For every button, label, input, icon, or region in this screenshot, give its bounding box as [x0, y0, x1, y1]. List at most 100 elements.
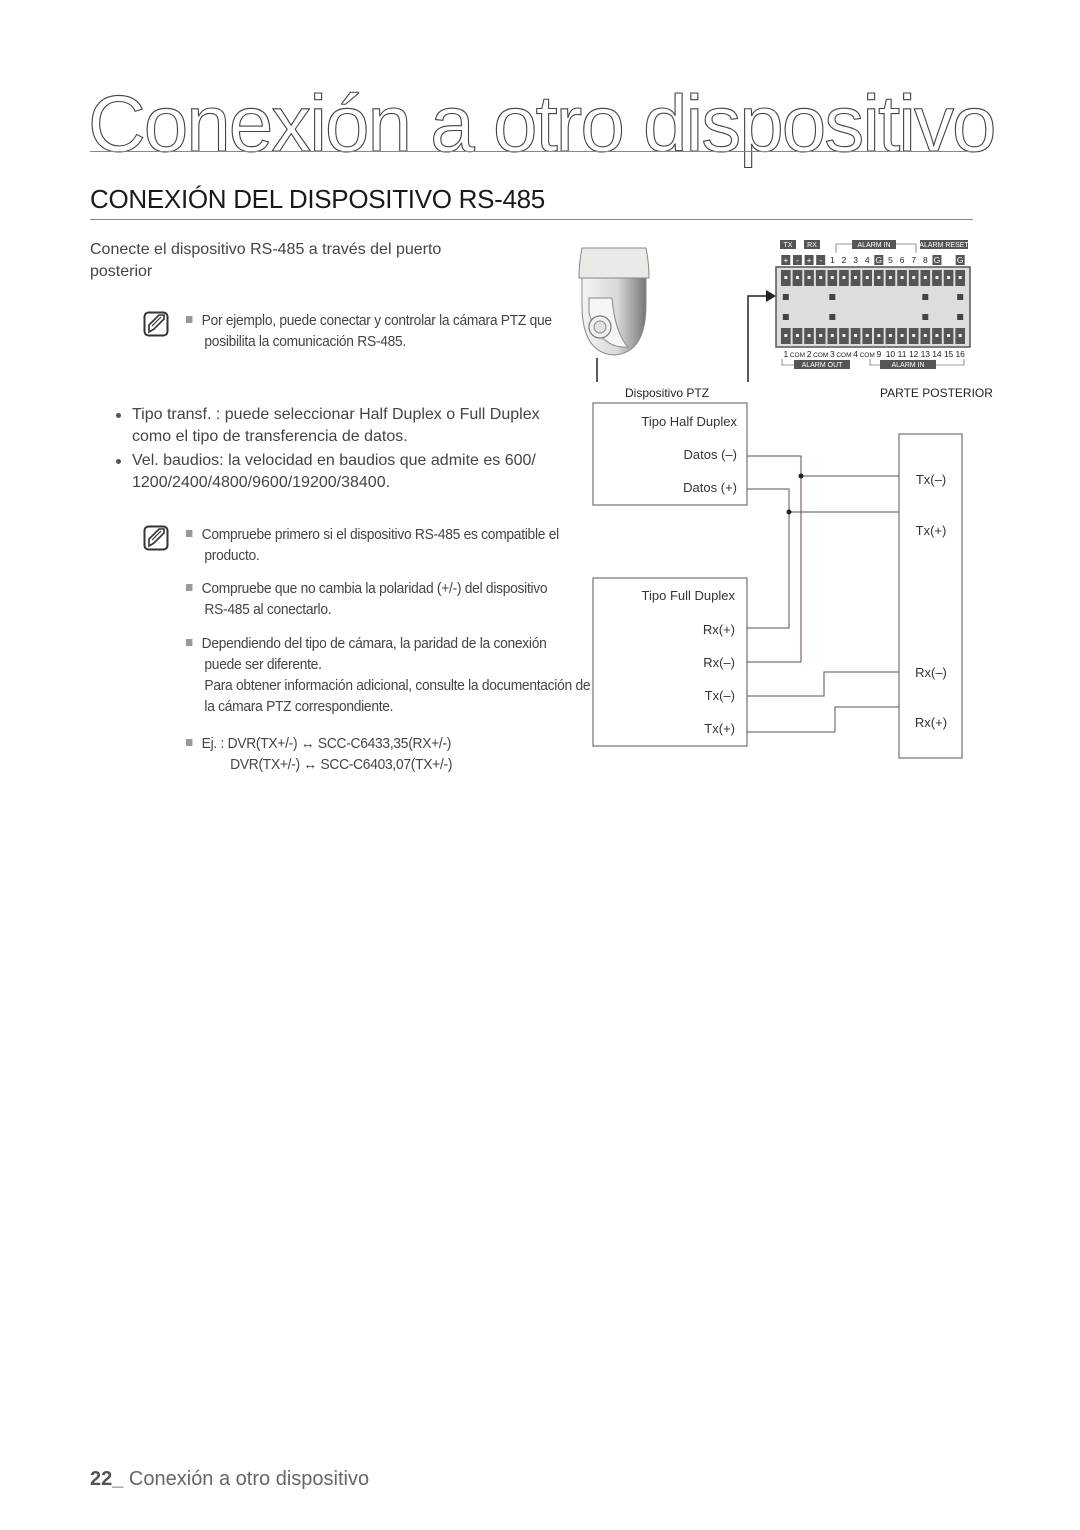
terminal-screw-slot: [819, 334, 823, 337]
arrow-head-icon: [766, 290, 776, 302]
wire-datos-minus: [747, 455, 802, 663]
dvr-pin: Rx(+): [915, 715, 947, 730]
bullet-item: Vel. baudios: la velocidad en baudios qu…: [116, 450, 576, 494]
terminal-pin-label: 3: [853, 255, 858, 265]
note-item: Compruebe primero si el dispositivo RS-4…: [186, 524, 606, 566]
terminal-screw-slot: [958, 334, 962, 337]
section-divider: [90, 219, 973, 220]
terminal-screw-slot: [807, 276, 811, 279]
terminal-pin-label: 2: [842, 255, 847, 265]
terminal-pin-label: 9: [876, 349, 881, 359]
terminal-pin-label: 11: [898, 349, 907, 359]
terminal-marker: [782, 314, 789, 320]
terminal-group-label: ALARM IN: [857, 242, 890, 249]
terminal-pin-label: 2: [807, 349, 812, 359]
terminal-screw-slot: [947, 334, 951, 337]
terminal-screw-slot: [795, 334, 799, 337]
terminal-screw-slot: [865, 276, 869, 279]
terminal-screw-slot: [912, 276, 916, 279]
terminal-pin-label: 14: [932, 349, 942, 359]
square-bullet-icon: [186, 315, 193, 323]
terminal-screw-slot: [865, 334, 869, 337]
terminal-pin-label: +: [783, 255, 788, 265]
terminal-screw-slot: [912, 334, 916, 337]
half-duplex-pin: Datos (+): [683, 480, 737, 495]
rear-panel-label: PARTE POSTERIOR: [880, 386, 993, 400]
terminal-screw-slot: [784, 334, 788, 337]
terminal-group-label: ALARM RESET: [919, 242, 969, 249]
terminal-pin-label: 4: [865, 255, 870, 265]
terminal-pin-label: 7: [911, 255, 916, 265]
wire-rx-plus: [747, 706, 899, 733]
terminal-pin-label: 13: [921, 349, 931, 359]
page-title: Conexión a otro dispositivo: [87, 79, 997, 168]
page-footer: 22_ Conexión a otro dispositivo: [90, 1468, 370, 1490]
junction-dot: [798, 473, 804, 479]
terminal-pin-label: 15: [944, 349, 954, 359]
terminal-marker: [782, 294, 789, 300]
terminal-pin-label: 4: [853, 349, 858, 359]
terminal-marker: [829, 314, 836, 320]
dvr-pin: Rx(–): [915, 665, 947, 680]
note-item: Dependiendo del tipo de cámara, la parid…: [186, 633, 606, 717]
terminal-marker: [957, 314, 964, 320]
note-pencil-icon: [143, 525, 169, 551]
bullet-dot-icon: [116, 413, 121, 418]
wires: [747, 455, 899, 733]
terminal-screw-slot: [842, 276, 846, 279]
terminal-pin-label: 12: [909, 349, 919, 359]
connection-arrow: [747, 295, 766, 382]
terminal-pin-label: 6: [900, 255, 905, 265]
square-bullet-icon: [186, 529, 193, 537]
terminal-marker: [829, 294, 836, 300]
terminal-pin-label: COM: [813, 352, 828, 359]
full-duplex-pin: Tx(+): [704, 721, 735, 736]
terminal-group-label: ALARM OUT: [802, 362, 844, 369]
junction-dot: [786, 509, 792, 515]
terminal-screw-slot: [947, 276, 951, 279]
bullet-item: Tipo transf. : puede seleccionar Half Du…: [116, 404, 576, 448]
bullet-list: Tipo transf. : puede seleccionar Half Du…: [116, 404, 576, 496]
terminal-marker: [922, 294, 929, 300]
terminal-group-label: RX: [807, 242, 817, 249]
terminal-screw-slot: [877, 276, 881, 279]
rear-terminal-block: + - + -1 2 3 4 G 5 6 7 8 G GTX RX ALARM IN ALARM RESET1 C…: [775, 240, 971, 369]
note-item: Compruebe que no cambia la polaridad (+/…: [186, 578, 606, 620]
note-pencil-icon: [143, 311, 169, 337]
terminal-pin-label: 16: [955, 349, 965, 359]
section-title: CONEXIÓN DEL DISPOSITIVO RS-485: [90, 184, 545, 214]
terminal-pin-label: 3: [830, 349, 835, 359]
terminal-screw-slot: [819, 276, 823, 279]
half-duplex-pin: Datos (–): [684, 447, 737, 462]
bullet-dot-icon: [116, 459, 121, 464]
title-divider: [90, 151, 973, 152]
dvr-pin: Tx(–): [916, 472, 946, 487]
terminal-screw-slot: [854, 276, 858, 279]
terminal-group-label: ALARM IN: [891, 362, 924, 369]
terminal-screw-slot: [923, 276, 927, 279]
terminal-screw-slot: [842, 334, 846, 337]
terminal-pin-label: COM: [836, 352, 851, 359]
note-item: Por ejemplo, puede conectar y controlar …: [186, 310, 606, 352]
terminal-pin-label: +: [807, 255, 812, 265]
wire-rx-minus: [747, 671, 899, 697]
note-item: Ej. : DVR(TX+/-) ↔ SCC-C6433,35(RX+/-) D…: [186, 733, 606, 775]
rs485-wiring-diagram: + - + -1 2 3 4 G 5 6 7 8 G GTX RX ALARM IN ALARM RESET1 C…: [578, 240, 993, 759]
square-bullet-icon: [186, 583, 193, 591]
terminal-pin-label: COM: [790, 352, 805, 359]
terminal-marker: [957, 294, 964, 300]
terminal-screw-slot: [795, 276, 799, 279]
terminal-pin-label: 5: [888, 255, 893, 265]
square-bullet-icon: [186, 738, 193, 746]
terminal-marker: [922, 314, 929, 320]
terminal-pin-label: 1: [783, 349, 788, 359]
terminal-pin-label: G: [934, 255, 941, 265]
ptz-camera-icon: [578, 247, 650, 382]
intro-text: Conecte el dispositivo RS-485 a través d…: [90, 241, 442, 280]
terminal-pin-label: -: [819, 255, 822, 265]
terminal-pin-label: 10: [886, 349, 896, 359]
terminal-group-label: TX: [784, 242, 793, 249]
terminal-pin-label: G: [876, 255, 883, 265]
page-number: 22: [90, 1468, 113, 1490]
terminal-screw-slot: [935, 334, 939, 337]
